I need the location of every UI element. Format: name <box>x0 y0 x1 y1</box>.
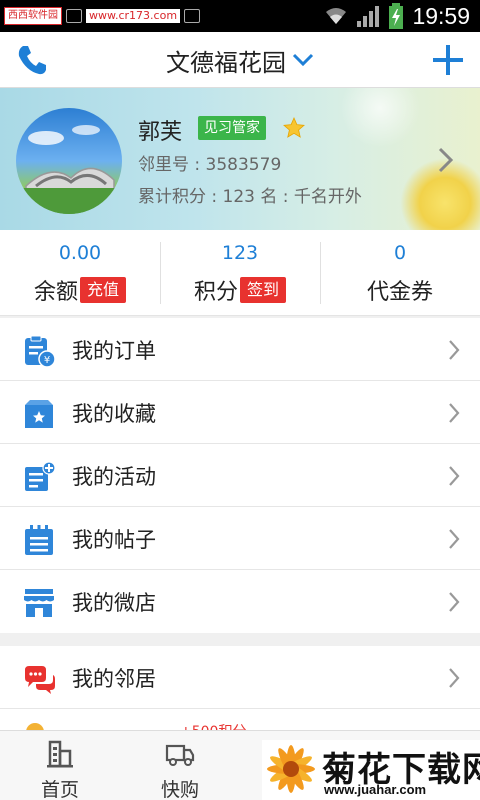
menu-item-activities[interactable]: 我的活动 <box>0 444 480 507</box>
menu-item-label: 我的活动 <box>72 465 156 489</box>
chevron-down-icon <box>292 53 314 67</box>
menu-list-secondary: 我的邻居 +500积分 <box>0 646 480 733</box>
neighbor-id-value: 3583579 <box>205 155 282 175</box>
avatar[interactable] <box>16 108 122 214</box>
tab-home[interactable]: 首页 <box>0 731 120 800</box>
menu-item-shop[interactable]: 我的微店 <box>0 570 480 633</box>
chevron-right-icon <box>449 529 460 549</box>
stat-vouchers[interactable]: 0 代金券 <box>320 230 480 316</box>
svg-text:¥: ¥ <box>44 355 50 366</box>
points-label: 积分 <box>193 280 238 305</box>
recharge-button[interactable]: 充值 <box>80 277 127 303</box>
menu-item-label: 我的帖子 <box>72 528 156 552</box>
activity-icon <box>25 461 56 491</box>
chevron-right-icon <box>449 668 460 688</box>
star-icon <box>283 117 305 138</box>
status-bar: 西西软件园 www.cr173.com 19:59 <box>0 0 480 32</box>
truck-icon <box>165 744 195 766</box>
menu-item-label: 我的收藏 <box>72 402 156 426</box>
menu-list: ¥ 我的订单 我的收藏 我的活动 我的帖子 我的微店 <box>0 318 480 633</box>
screen: 西西软件园 www.cr173.com 19:59 文德福花园 郭芙 见习管家 … <box>0 0 480 800</box>
plus-icon[interactable] <box>430 42 466 78</box>
posts-icon <box>25 525 53 555</box>
chevron-right-icon <box>449 403 460 423</box>
logo-url: www.juahar.com <box>324 782 427 797</box>
chevron-right-icon <box>438 147 454 173</box>
watermark-url: www.cr173.com <box>86 9 181 23</box>
menu-item-posts[interactable]: 我的帖子 <box>0 507 480 570</box>
shop-icon <box>24 589 54 617</box>
vouchers-label: 代金券 <box>366 280 433 305</box>
app-header: 文德福花园 <box>0 32 480 88</box>
menu-item-label: 我的邻居 <box>72 667 156 691</box>
watermark-label: 西西软件园 <box>4 7 62 25</box>
banner-decoration <box>340 88 420 148</box>
signal-icon <box>357 6 380 27</box>
tab-label: 首页 <box>40 779 79 800</box>
points-value: 123 <box>221 242 259 264</box>
balance-value: 0.00 <box>58 242 102 264</box>
building-icon <box>47 740 73 768</box>
menu-item-favorites[interactable]: 我的收藏 <box>0 381 480 444</box>
role-badge: 见习管家 <box>198 116 266 140</box>
user-name: 郭芙 <box>138 120 183 145</box>
menu-item-label: 我的微店 <box>72 591 156 615</box>
neighbor-id-label: 邻里号 : <box>138 155 206 175</box>
favorite-icon <box>25 400 53 428</box>
phone-icon[interactable] <box>14 42 50 78</box>
account-stats: 0.00 余额 充值 123 积分 签到 0 代金券 <box>0 230 480 316</box>
page-title: 文德福花园 <box>166 48 286 77</box>
tab-label: 快购 <box>160 779 199 800</box>
neighbor-id: 邻里号 : 3583579 <box>138 150 281 175</box>
profile-banner[interactable]: 郭芙 见习管家 邻里号 : 3583579 累计积分 : 123 名 : 千名开… <box>0 88 480 230</box>
chevron-right-icon <box>449 340 460 360</box>
vouchers-value: 0 <box>393 242 407 264</box>
chevron-right-icon <box>449 592 460 612</box>
neighbors-icon <box>25 666 55 694</box>
watermark-logo: 菊花下载网 www.juahar.com <box>262 740 480 800</box>
flower-logo-icon <box>267 745 315 793</box>
menu-item-orders[interactable]: ¥ 我的订单 <box>0 318 480 381</box>
notification-icon-2 <box>184 9 201 23</box>
status-bar-left: 西西软件园 www.cr173.com <box>4 6 201 26</box>
tab-quick-buy[interactable]: 快购 <box>120 731 240 800</box>
score-info: 累计积分 : 123 名 : 千名开外 <box>138 182 362 207</box>
clock: 19:59 <box>412 2 470 29</box>
status-bar-right: 19:59 <box>324 2 470 30</box>
wifi-icon <box>326 8 347 24</box>
menu-item-neighbors[interactable]: 我的邻居 <box>0 646 480 709</box>
order-icon: ¥ <box>25 335 56 368</box>
battery-charging-icon <box>389 3 404 29</box>
rank-text: 名 : 千名开外 <box>260 187 362 207</box>
menu-item-label: 我的订单 <box>72 339 156 363</box>
stat-balance[interactable]: 0.00 余额 充值 <box>0 230 160 316</box>
stat-points[interactable]: 123 积分 签到 <box>160 230 320 316</box>
balance-label: 余额 <box>33 280 78 305</box>
check-in-button[interactable]: 签到 <box>240 277 287 303</box>
notification-icon <box>66 9 82 23</box>
score-text: 累计积分 : 123 <box>138 187 261 207</box>
chevron-right-icon <box>449 466 460 486</box>
community-selector[interactable]: 文德福花园 <box>140 42 340 78</box>
